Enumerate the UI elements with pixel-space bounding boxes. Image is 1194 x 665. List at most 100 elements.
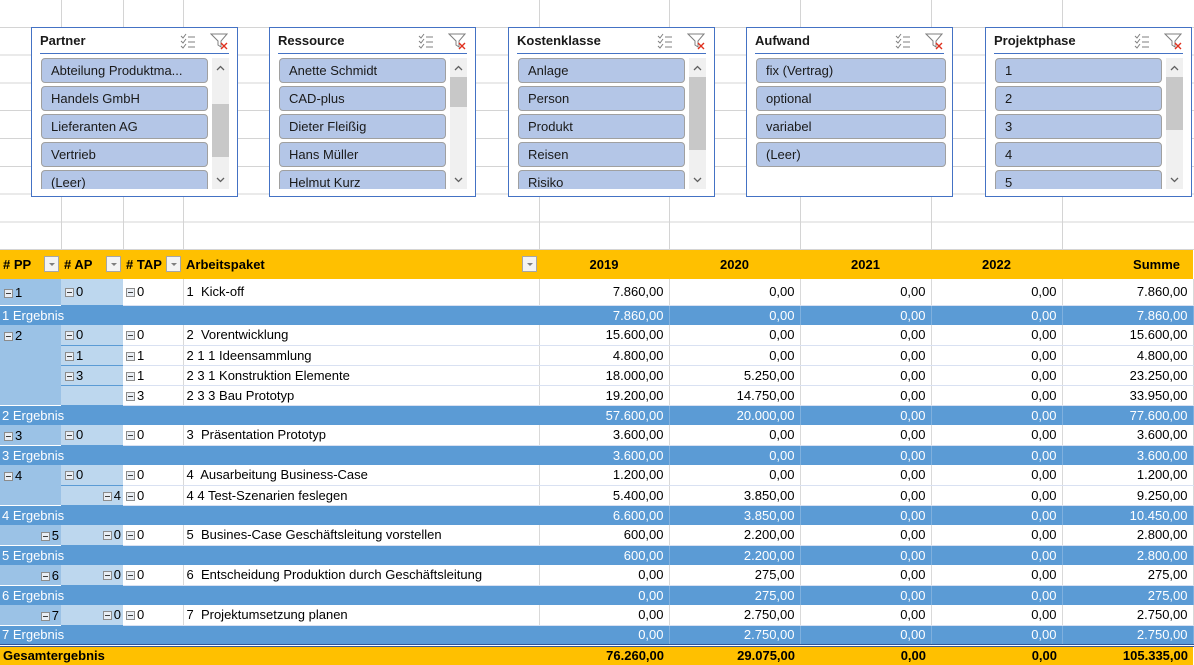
- slicer-item[interactable]: CAD-plus: [279, 86, 446, 111]
- collapse-icon[interactable]: [126, 571, 135, 581]
- scrollbar-thumb[interactable]: [1166, 77, 1183, 130]
- slicer-item[interactable]: 1: [995, 58, 1162, 83]
- multi-select-icon[interactable]: [657, 33, 673, 49]
- slicer-item[interactable]: optional: [756, 86, 946, 111]
- slicer-item[interactable]: 4: [995, 142, 1162, 167]
- tap-cell: 0: [123, 605, 184, 626]
- collapse-icon[interactable]: [4, 288, 13, 298]
- collapse-icon[interactable]: [126, 371, 135, 381]
- clear-filter-icon[interactable]: [209, 32, 229, 50]
- filter-dropdown-icon[interactable]: [44, 256, 59, 272]
- scrollbar-thumb[interactable]: [689, 77, 706, 151]
- value-summe: 77.600,00: [1062, 405, 1194, 425]
- scrollbar-thumb[interactable]: [212, 103, 229, 157]
- clear-filter-icon[interactable]: [1163, 32, 1183, 50]
- multi-select-icon[interactable]: [180, 33, 196, 49]
- slicer-item[interactable]: Person: [518, 86, 685, 111]
- scrollbar-thumb[interactable]: [450, 77, 467, 107]
- collapse-icon[interactable]: [4, 471, 13, 481]
- slicer-item[interactable]: Helmut Kurz: [279, 170, 446, 189]
- collapse-icon[interactable]: [126, 391, 135, 401]
- scroll-up-icon[interactable]: [212, 58, 229, 77]
- collapse-icon[interactable]: [126, 491, 135, 501]
- scroll-up-icon[interactable]: [450, 58, 467, 77]
- slicer-item[interactable]: 5: [995, 170, 1162, 189]
- scrollbar[interactable]: [450, 58, 467, 189]
- subtotal-label: 1 Ergebnis: [2, 307, 65, 323]
- multi-select-icon[interactable]: [1134, 33, 1150, 49]
- slicer-item-list: fix (Vertrag) optional variabel (Leer): [756, 58, 946, 189]
- slicer-item[interactable]: Anette Schmidt: [279, 58, 446, 83]
- pp-cell: 2: [0, 325, 61, 345]
- column-header-label: # AP: [64, 257, 93, 272]
- slicer-item[interactable]: Hans Müller: [279, 142, 446, 167]
- scroll-down-icon[interactable]: [1166, 170, 1183, 189]
- scroll-up-icon[interactable]: [689, 58, 706, 77]
- value-2020: 0,00: [669, 345, 801, 366]
- collapse-icon[interactable]: [126, 351, 135, 361]
- scrollbar-track[interactable]: [689, 77, 706, 170]
- slicer-item[interactable]: Dieter Fleißig: [279, 114, 446, 139]
- slicer-item[interactable]: 3: [995, 114, 1162, 139]
- collapse-icon[interactable]: [65, 471, 74, 481]
- slicer-item[interactable]: (Leer): [41, 170, 208, 189]
- scrollbar-track[interactable]: [212, 77, 229, 170]
- collapse-icon[interactable]: [4, 331, 13, 341]
- slicer-title: Projektphase: [994, 33, 1076, 48]
- slicer-item[interactable]: Reisen: [518, 142, 685, 167]
- collapse-icon[interactable]: [126, 611, 135, 621]
- collapse-icon[interactable]: [65, 288, 74, 298]
- multi-select-icon[interactable]: [418, 33, 434, 49]
- scrollbar-track[interactable]: [450, 77, 467, 170]
- clear-filter-icon[interactable]: [686, 32, 706, 50]
- collapse-icon[interactable]: [40, 531, 50, 541]
- scroll-up-icon[interactable]: [1166, 58, 1183, 77]
- collapse-icon[interactable]: [102, 611, 112, 621]
- collapse-icon[interactable]: [65, 371, 74, 381]
- slicer-item[interactable]: Lieferanten AG: [41, 114, 208, 139]
- collapse-icon[interactable]: [102, 531, 112, 541]
- scroll-down-icon[interactable]: [689, 170, 706, 189]
- slicer-item[interactable]: Abteilung Produktma...: [41, 58, 208, 83]
- slicer-item[interactable]: Produkt: [518, 114, 685, 139]
- collapse-icon[interactable]: [65, 351, 74, 361]
- collapse-icon[interactable]: [40, 571, 50, 581]
- collapse-icon[interactable]: [126, 471, 135, 481]
- scroll-down-icon[interactable]: [212, 170, 229, 189]
- slicer-item[interactable]: Vertrieb: [41, 142, 208, 167]
- scrollbar-track[interactable]: [1166, 77, 1183, 170]
- slicer-item[interactable]: 2: [995, 86, 1162, 111]
- filter-dropdown-icon[interactable]: [522, 256, 537, 272]
- collapse-icon[interactable]: [126, 331, 135, 341]
- multi-select-icon[interactable]: [895, 33, 911, 49]
- tap-value: 1: [137, 347, 145, 363]
- clear-filter-icon[interactable]: [447, 32, 467, 50]
- collapse-icon[interactable]: [65, 331, 74, 341]
- tap-value: 1: [137, 367, 145, 383]
- collapse-icon[interactable]: [126, 531, 135, 541]
- filter-dropdown-icon[interactable]: [166, 256, 181, 272]
- scroll-down-icon[interactable]: [450, 170, 467, 189]
- ap-value: 0: [113, 567, 121, 583]
- slicer-item[interactable]: Risiko: [518, 170, 685, 189]
- scrollbar[interactable]: [689, 58, 706, 189]
- scrollbar[interactable]: [1166, 58, 1183, 189]
- collapse-icon[interactable]: [102, 571, 112, 581]
- slicer-ressource: Ressource Anette Schmidt CAD-plus Dieter Fl…: [269, 27, 476, 197]
- slicer-item[interactable]: Anlage: [518, 58, 685, 83]
- collapse-icon[interactable]: [126, 288, 135, 298]
- collapse-icon[interactable]: [102, 491, 112, 501]
- slicer-item[interactable]: fix (Vertrag): [756, 58, 946, 83]
- slicer-item[interactable]: (Leer): [756, 142, 946, 167]
- subtotal-label: 7 Ergebnis: [2, 627, 65, 642]
- scrollbar[interactable]: [212, 58, 229, 189]
- collapse-icon[interactable]: [126, 431, 135, 441]
- filter-dropdown-icon[interactable]: [106, 256, 121, 272]
- collapse-icon[interactable]: [4, 431, 13, 441]
- collapse-icon[interactable]: [65, 431, 74, 441]
- slicer-item[interactable]: variabel: [756, 114, 946, 139]
- slicer-title: Partner: [40, 33, 86, 48]
- slicer-item[interactable]: Handels GmbH: [41, 86, 208, 111]
- collapse-icon[interactable]: [40, 611, 50, 621]
- clear-filter-icon[interactable]: [924, 32, 944, 50]
